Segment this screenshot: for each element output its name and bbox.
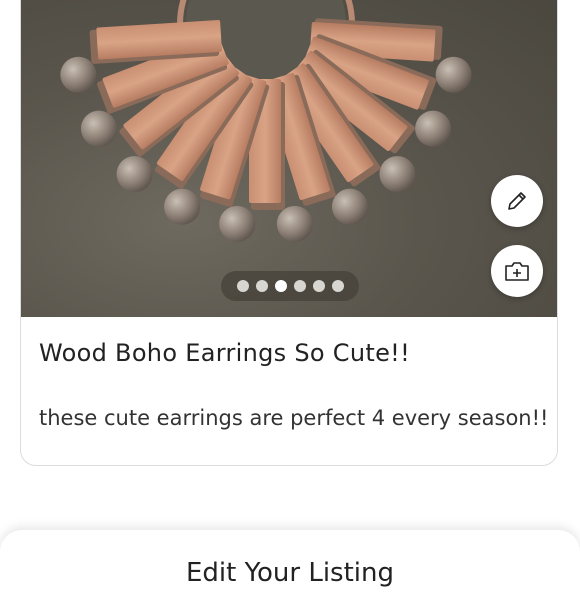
- carousel-dot[interactable]: [312, 280, 325, 292]
- carousel-dot-active[interactable]: [274, 280, 287, 292]
- carousel-dot[interactable]: [293, 280, 306, 292]
- carousel-dot[interactable]: [331, 280, 344, 292]
- edit-photo-button[interactable]: [491, 175, 543, 227]
- edit-listing-sheet[interactable]: Edit Your Listing: [0, 530, 580, 610]
- pencil-icon: [508, 192, 526, 210]
- listing-description: these cute earrings are perfect 4 every …: [39, 406, 549, 430]
- listing-card: Wood Boho Earrings So Cute!! these cute …: [20, 0, 558, 466]
- listing-photo[interactable]: [21, 0, 557, 317]
- add-photo-button[interactable]: [491, 245, 543, 297]
- sheet-title: Edit Your Listing: [185, 558, 395, 588]
- earring-image: [60, 0, 472, 242]
- carousel-indicator[interactable]: [221, 271, 359, 301]
- carousel-dot[interactable]: [255, 280, 268, 292]
- listing-title: Wood Boho Earrings So Cute!!: [39, 339, 410, 367]
- camera-plus-icon: [505, 262, 529, 281]
- carousel-dot[interactable]: [236, 280, 249, 292]
